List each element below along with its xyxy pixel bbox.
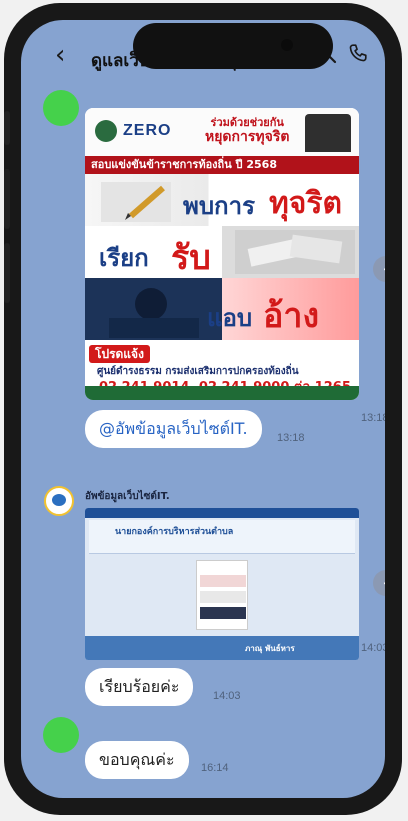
sender-avatar[interactable] bbox=[43, 90, 79, 126]
it-sender-avatar[interactable] bbox=[44, 486, 74, 516]
poster-row-3: แอบ อ้าง bbox=[85, 278, 359, 340]
logo-icon bbox=[52, 494, 66, 506]
hooded-hacker-illustration bbox=[109, 288, 199, 338]
thumbnail-row bbox=[200, 591, 246, 603]
poster-line2-a: เรียก bbox=[99, 244, 149, 272]
message-time: 16:14 bbox=[201, 762, 229, 774]
slogan-line-2: หยุดการทุจริต bbox=[205, 129, 290, 145]
message-time: 14:03 bbox=[361, 642, 385, 654]
money-exchange-illustration bbox=[235, 230, 355, 274]
thief-illustration bbox=[305, 114, 351, 152]
forward-icon[interactable]: ‹ bbox=[373, 256, 385, 282]
volume-up-button bbox=[4, 169, 10, 229]
phone-frame: ‹ ดูแลเว็บไซต์ อบต.ชุ...(7) ZERO ร่วมด้ว… bbox=[4, 3, 402, 815]
sender-name: อัพข้อมูลเว็บไซต์IT. bbox=[85, 491, 170, 502]
poster-slogan: ร่วมด้วยช่วยกัน หยุดการทุจริต bbox=[205, 116, 289, 144]
message-time: 13:18 bbox=[361, 412, 385, 424]
chat-screen: ‹ ดูแลเว็บไซต์ อบต.ชุ...(7) ZERO ร่วมด้ว… bbox=[21, 20, 385, 798]
reply-bubble[interactable]: เรียบร้อยค่ะ bbox=[85, 668, 194, 706]
website-poster-thumbnail bbox=[196, 560, 248, 630]
pen-icon bbox=[101, 182, 171, 222]
dynamic-island bbox=[133, 23, 333, 69]
poster-band: สอบแข่งขันข้าราชการท้องถิ่น ปี 2568 bbox=[85, 156, 359, 174]
website-footer-banner bbox=[85, 636, 359, 660]
poster-image-message[interactable]: ZERO ร่วมด้วยช่วยกัน หยุดการทุจริต สอบแข… bbox=[85, 108, 359, 400]
reply-bubble[interactable]: ขอบคุณค่ะ bbox=[85, 741, 189, 779]
volume-down-button bbox=[4, 243, 10, 303]
sender-avatar[interactable] bbox=[43, 717, 79, 753]
dla-logo-icon bbox=[95, 120, 117, 142]
poster-header: ZERO ร่วมด้วยช่วยกัน หยุดการทุจริต bbox=[85, 108, 359, 156]
website-footer-name: ภาณุ พันธ์หาร bbox=[245, 644, 295, 653]
website-banner-title: นายกองค์การบริหารส่วนตำบล bbox=[115, 527, 234, 537]
poster-line1-a: พบการ bbox=[183, 192, 255, 220]
camera-icon bbox=[281, 39, 293, 51]
contact-label: โปรดแจ้ง bbox=[89, 345, 150, 363]
poster-line1-b: ทุจริต bbox=[269, 186, 342, 221]
slogan-line-1: ร่วมด้วยช่วยกัน bbox=[210, 116, 284, 129]
forward-icon[interactable]: ‹ bbox=[373, 570, 385, 596]
website-navbar bbox=[85, 508, 359, 518]
poster-line2-b: รับ bbox=[171, 238, 211, 278]
website-screenshot-message[interactable]: นายกองค์การบริหารส่วนตำบล ภาณุ พันธ์หาร bbox=[85, 508, 359, 660]
mention-bubble[interactable]: @อัพข้อมูลเว็บไซต์IT. bbox=[85, 410, 262, 448]
thumbnail-row bbox=[200, 607, 246, 619]
zero-logo: ZERO bbox=[123, 122, 172, 139]
message-time: 14:03 bbox=[213, 690, 241, 702]
phone-icon[interactable] bbox=[347, 42, 369, 64]
message-time: 13:18 bbox=[277, 432, 305, 444]
poster-row-1: พบการ ทุจริต bbox=[85, 174, 359, 226]
poster-row-2: เรียก รับ bbox=[85, 226, 359, 278]
poster-line3-b: อ้าง bbox=[263, 296, 320, 336]
thumbnail-row bbox=[200, 575, 246, 587]
mute-switch bbox=[4, 111, 10, 145]
chevron-left-icon[interactable]: ‹ bbox=[55, 40, 65, 70]
poster-footer-bar bbox=[85, 386, 359, 400]
poster-line3-a: แอบ bbox=[207, 304, 253, 332]
